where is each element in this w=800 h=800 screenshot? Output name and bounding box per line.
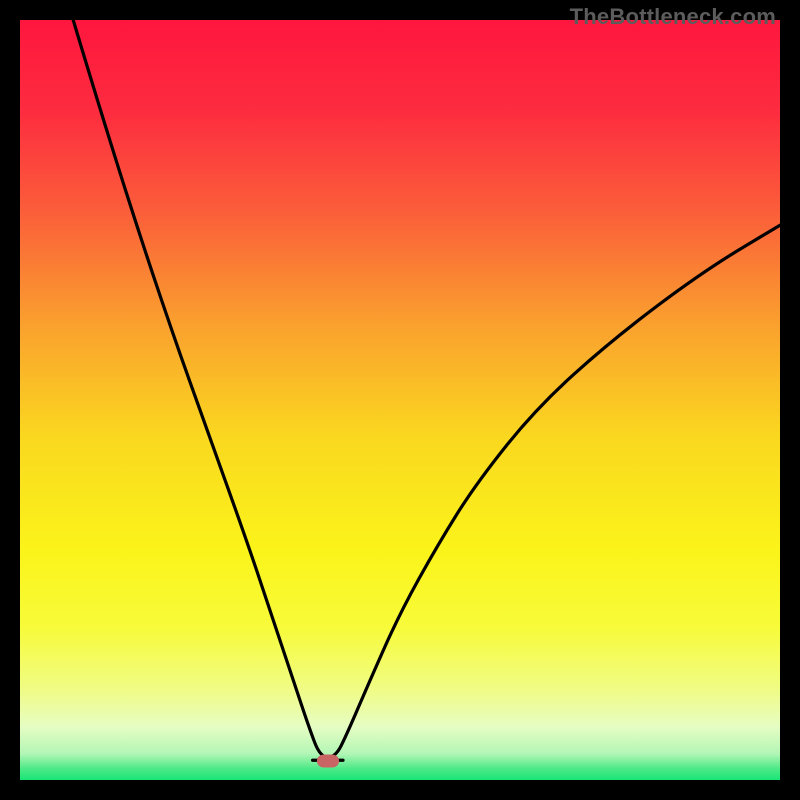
optimal-marker (317, 755, 339, 768)
curve-layer (20, 20, 780, 780)
chart-frame: TheBottleneck.com (0, 0, 800, 800)
watermark-text: TheBottleneck.com (570, 4, 776, 30)
plot-area (20, 20, 780, 780)
bottleneck-curve (73, 20, 780, 760)
